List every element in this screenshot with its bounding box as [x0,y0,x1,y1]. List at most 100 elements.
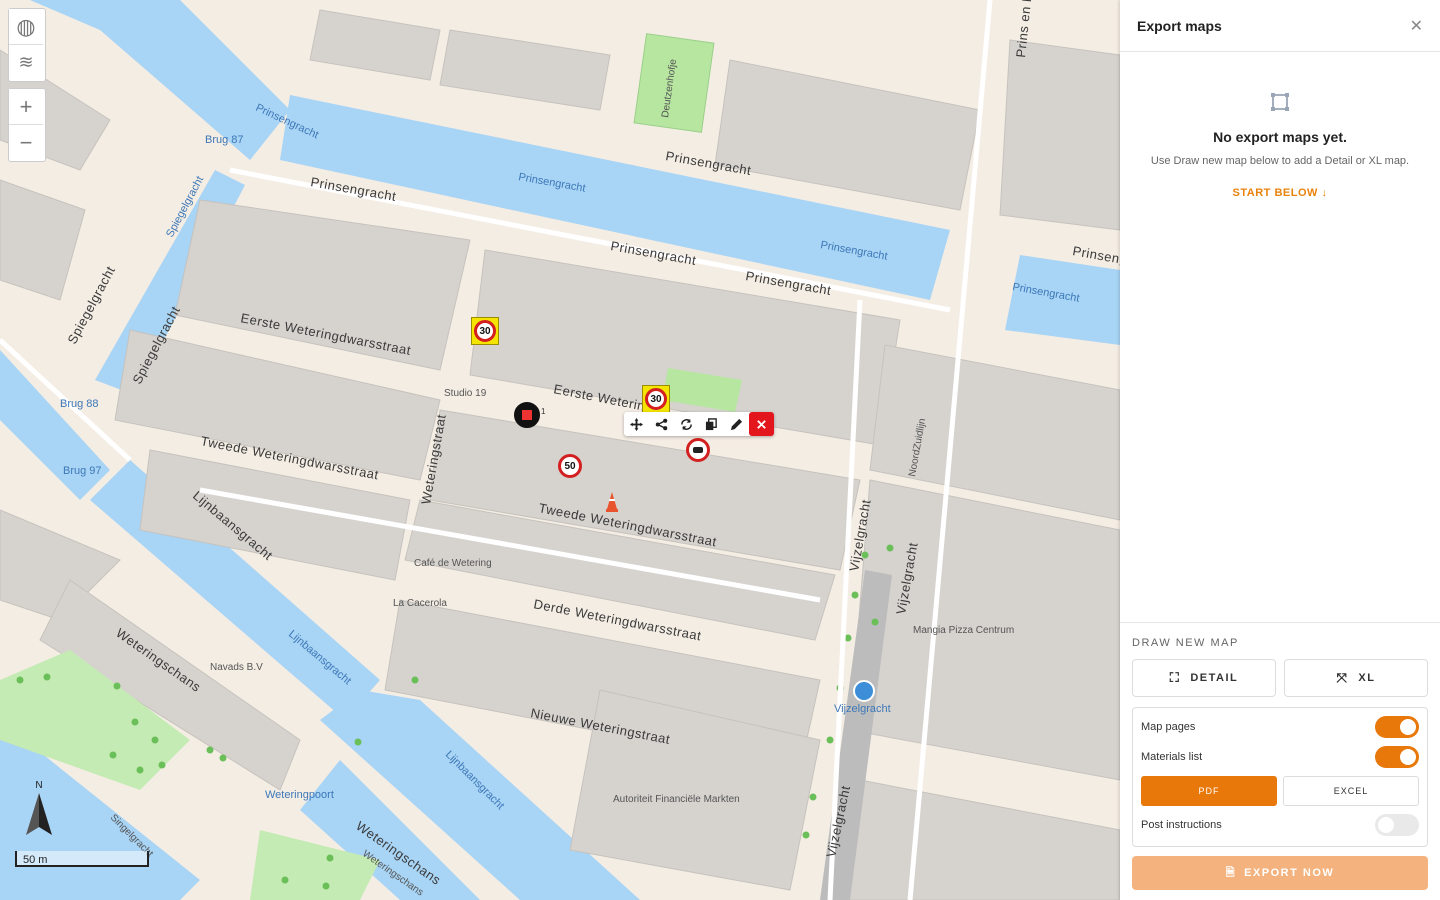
street-label: Lijnbaansgracht [190,488,276,563]
poi-label: Vijzelgracht [834,703,891,715]
canal-label: Prinsengracht [254,102,321,142]
format-selector: PDF EXCEL [1141,776,1419,806]
draw-title: DRAW NEW MAP [1132,637,1239,649]
poi-label: Studio 19 [444,388,487,399]
street-label: Weteringschans [113,625,204,695]
post-instructions-toggle[interactable] [1375,814,1419,836]
street-label: Vijzelgracht [893,541,920,615]
metro-stop-icon[interactable] [853,680,875,702]
speed-sign-50-icon: 50 [558,454,582,478]
post-instructions-label: Post instructions [1141,819,1222,831]
delete-icon[interactable] [749,412,774,436]
export-options: Map pages Materials list PDF EXCEL Post … [1132,707,1428,847]
street-label: Tweede Weteringdwarsstraat [199,433,380,482]
speed-sign-marker[interactable]: 50 [558,454,582,478]
layer-controls: ◍ ≋ [8,8,46,82]
canal-label: Brug 97 [63,465,102,477]
map-pages-row: Map pages [1141,712,1419,742]
street-label: Weteringstraat [418,413,449,506]
app-root: Prinsengracht Prinsengracht Prinsengrach… [0,0,1440,900]
export-now-button[interactable]: 🗎 EXPORT NOW [1132,856,1428,890]
street-label: NoordZuidlijn [907,418,928,478]
panel-title: Export maps [1137,17,1222,34]
share-icon[interactable] [649,412,674,436]
canal-label: Prinsengracht [1011,281,1080,305]
speed-sign-30-icon: 30 [645,388,667,410]
poi-label: Café de Wetering [414,558,492,569]
map-canvas[interactable]: Prinsengracht Prinsengracht Prinsengrach… [0,0,1120,900]
selected-marker[interactable] [686,438,710,462]
traffic-cone-marker[interactable] [606,492,618,517]
street-label: Tweede Weteringdwarsstraat [537,500,718,549]
detail-button[interactable]: ⛶ DETAIL [1132,659,1276,697]
move-icon[interactable] [624,412,649,436]
street-label: Prinsengracht [609,238,697,268]
close-icon[interactable]: ✕ [1410,16,1423,36]
draw-new-map-section: DRAW NEW MAP ⛶ DETAIL ⤧ XL Map pages Mat… [1120,622,1440,890]
street-label: Prins en Keizer [1013,0,1038,58]
street-label: Spiegelgracht [64,263,118,346]
copy-icon[interactable] [699,412,724,436]
warning-sign-icon [514,402,540,428]
compass-label: N [35,780,43,791]
marker-toolbar [624,412,774,436]
poi-label: Weteringpoort [265,789,334,801]
zoom-controls: + − [8,88,46,162]
edit-icon[interactable] [724,412,749,436]
arrow-down-icon: ↓ [1321,187,1328,199]
map-frame-icon [1271,93,1289,111]
layers-icon[interactable]: ≋ [9,45,43,80]
street-label: Derde Weteringdwarsstraat [532,596,702,643]
canal-label: Brug 88 [60,398,99,410]
xl-button[interactable]: ⤧ XL [1284,659,1428,697]
empty-state: No export maps yet. Use Draw new map bel… [1120,92,1440,199]
globe-icon[interactable]: ◍ [9,9,43,45]
zoom-in-button[interactable]: + [9,89,43,125]
speed-sign-marker[interactable]: 30 [642,385,670,413]
export-label: EXPORT NOW [1244,867,1335,879]
street-labels: Prinsengracht Prinsengracht Prinsengrach… [60,0,1120,898]
pdf-button[interactable]: PDF [1141,776,1277,806]
street-label: Prinsengracht [1071,243,1120,273]
street-label: Eerste Wetering [552,381,653,415]
canal-label: Lijnbaansgracht [286,628,353,687]
speed-sign-30-icon: 30 [474,320,496,342]
street-label: Prinsengracht [309,174,397,204]
poi-label: Deutzenhofje [660,58,679,118]
poi-label: Mangia Pizza Centrum [913,625,1014,636]
canal-label: Prinsengracht [819,239,888,263]
post-instructions-row: Post instructions [1141,810,1419,840]
street-label: Vijzelgracht [823,784,853,858]
zoom-out-button[interactable]: − [9,125,43,160]
poi-label: La Cacerola [393,598,447,609]
street-label: Prinsengracht [664,148,752,178]
poi-label: Autoriteit Financiële Markten [613,794,740,805]
road-sign-marker[interactable] [514,402,540,428]
traffic-cone-icon [606,492,618,512]
street-label: Vijzelgracht [846,498,873,572]
start-below-link[interactable]: START BELOW ↓ [1120,187,1440,199]
xl-label: XL [1358,672,1376,684]
street-label: Spiegelgracht [129,303,183,386]
no-entry-sign-icon [686,438,710,462]
rotate-icon[interactable] [674,412,699,436]
map-pages-toggle[interactable] [1375,716,1419,738]
draw-buttons: ⛶ DETAIL ⤧ XL [1132,659,1428,697]
canal-label: Lijnbaansgracht [443,749,506,812]
excel-button[interactable]: EXCEL [1283,776,1419,806]
expand-icon: ⤧ [1336,670,1349,685]
compass: N [24,780,54,842]
document-icon: 🗎 [1225,866,1237,879]
materials-row: Materials list [1141,742,1419,772]
canal-label: Spiegelgracht [164,174,206,239]
map-pages-label: Map pages [1141,721,1196,733]
map-frame-icon: ⛶ [1169,670,1181,685]
speed-sign-marker[interactable]: 30 [471,317,499,345]
start-below-label: START BELOW [1232,187,1318,199]
scale-bar: 50 m [15,851,149,867]
canal-label: Brug 87 [205,134,244,146]
canal-label: Prinsengracht [517,171,586,195]
poi-label: Navads B.V [210,662,263,673]
materials-toggle[interactable] [1375,746,1419,768]
marker-count-badge: 1 [541,407,546,416]
